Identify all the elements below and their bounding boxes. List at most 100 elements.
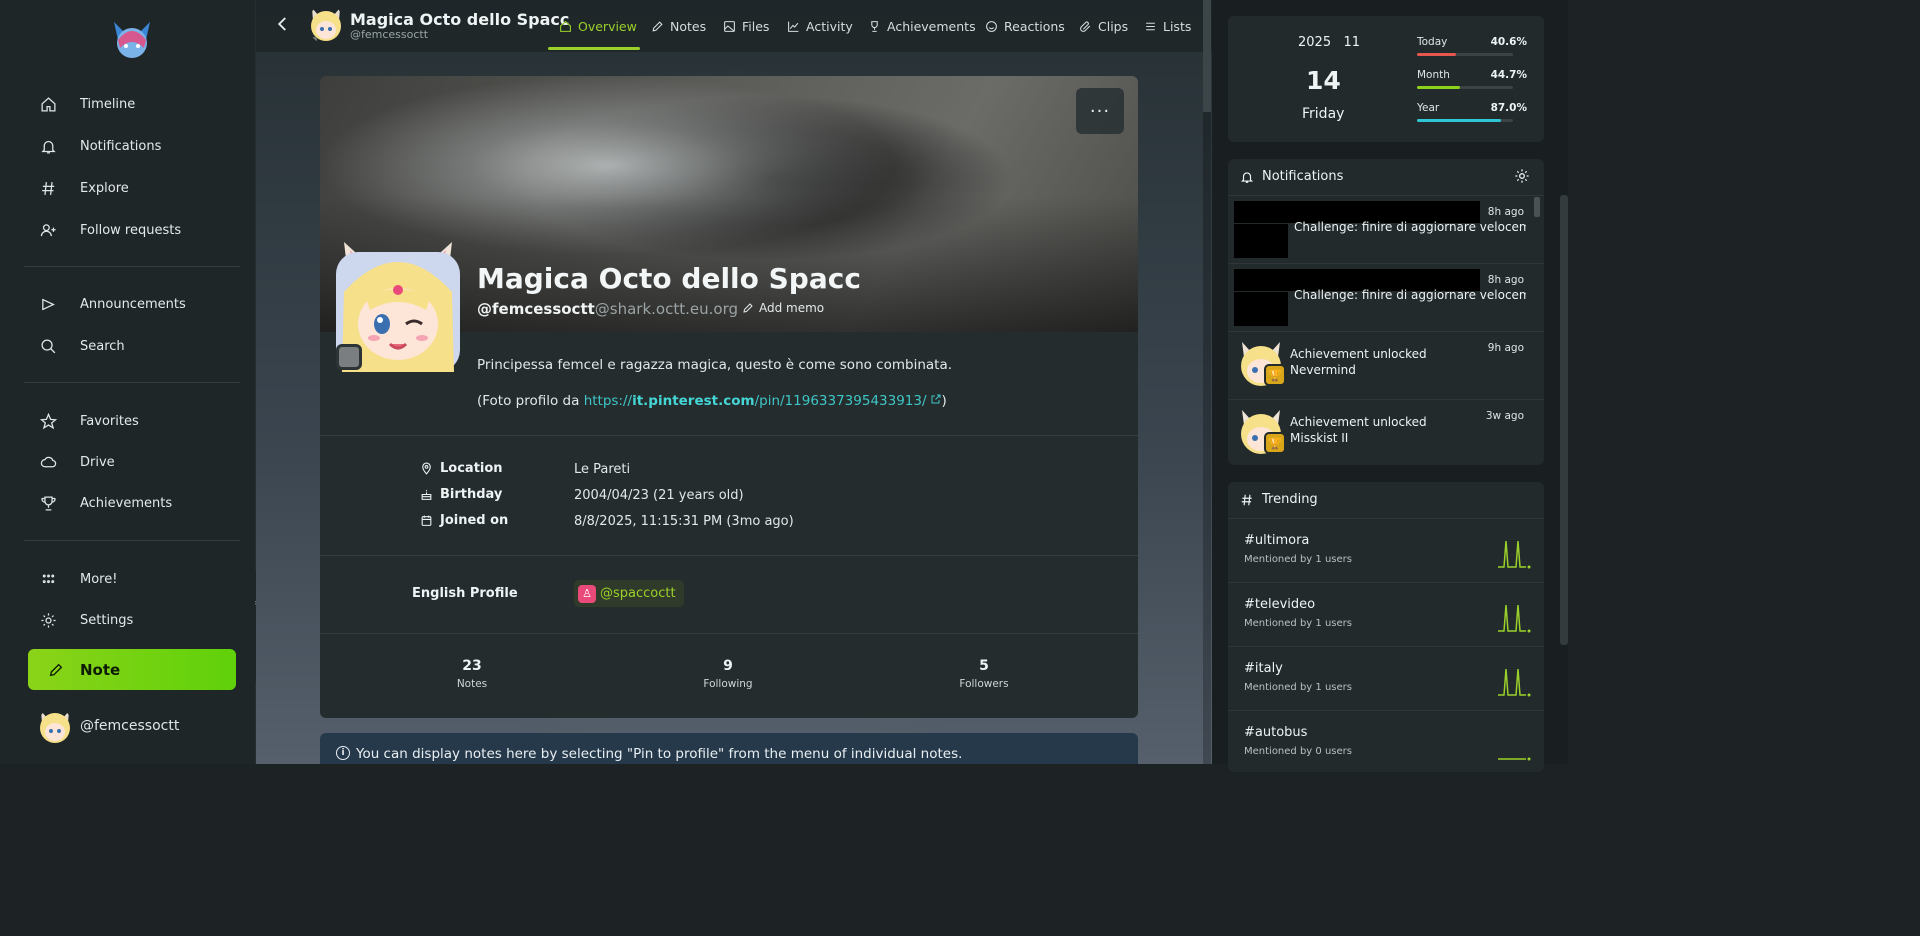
tab-achievements[interactable]: Achievements — [868, 16, 976, 36]
notification-settings-button[interactable] — [1514, 168, 1532, 186]
account-button[interactable]: @femcessoctt — [38, 707, 179, 745]
hash-icon — [40, 178, 68, 198]
profile-menu-button[interactable]: ··· — [1076, 88, 1124, 134]
field-key-location: Location — [420, 461, 503, 476]
app-logo[interactable] — [108, 18, 156, 62]
search-icon — [40, 336, 68, 356]
sidebar-item-follow-requests[interactable]: Follow requests — [40, 215, 181, 245]
sidebar-item-settings[interactable]: Settings — [40, 605, 133, 635]
trending-item[interactable]: #ultimora Mentioned by 1 users — [1228, 518, 1544, 582]
sidebar-item-label: Announcements — [80, 296, 186, 312]
sidebar-divider — [24, 540, 240, 541]
tab-files[interactable]: Files — [723, 16, 769, 36]
add-memo-button[interactable]: Add memo — [742, 301, 824, 315]
sidebar-item-more[interactable]: More! — [40, 564, 117, 594]
gear-icon — [1515, 169, 1529, 183]
trending-item[interactable]: #italy Mentioned by 1 users — [1228, 646, 1544, 710]
main-scrollbar-thumb[interactable] — [1203, 0, 1211, 112]
tab-clips[interactable]: Clips — [1079, 16, 1128, 36]
sidebar-item-achievements[interactable]: Achievements — [40, 488, 172, 518]
progress-label: Month — [1417, 69, 1450, 81]
trending-item[interactable]: #televideo Mentioned by 1 users — [1228, 582, 1544, 646]
tab-activity[interactable]: Activity — [787, 16, 853, 36]
profile-handle: @femcessoctt@shark.octt.eu.org — [477, 300, 738, 318]
avatar — [40, 711, 70, 743]
notification-text: Achievement unlocked Misskist II — [1290, 414, 1427, 446]
trending-mentions: Mentioned by 1 users — [1244, 618, 1352, 629]
back-button[interactable] — [274, 14, 294, 38]
more-horizontal-icon: ··· — [1089, 100, 1111, 122]
card-divider — [320, 435, 1138, 436]
trending-item[interactable]: #autobus Mentioned by 0 users — [1228, 710, 1544, 772]
notification-item[interactable]: 🏆 Achievement unlocked Nevermind 9h ago — [1228, 331, 1544, 399]
stat-value: 9 — [723, 658, 733, 674]
sidebar-item-label: Favorites — [80, 413, 139, 429]
tab-reactions[interactable]: Reactions — [985, 16, 1065, 36]
profile-display-name: Magica Octo dello Spacc — [477, 262, 861, 295]
notification-text: Challenge: finire di aggiornare velocem — [1294, 220, 1526, 234]
sidebar-item-notifications[interactable]: Notifications — [40, 131, 161, 161]
link-scheme: https:// — [583, 393, 633, 409]
notification-text: Challenge: finire di aggiornare velocem — [1294, 288, 1526, 302]
tab-label: Lists — [1163, 18, 1192, 34]
main-scrollbar-track[interactable] — [1203, 52, 1211, 764]
tab-label: Overview — [578, 18, 637, 34]
trending-mentions: Mentioned by 1 users — [1244, 682, 1352, 693]
note-button[interactable]: Note — [28, 649, 236, 690]
instance-icon: ♙ — [578, 584, 596, 603]
grid-dots-icon — [40, 569, 68, 589]
notification-item[interactable]: 8h ago Challenge: finire di aggiornare v… — [1228, 195, 1544, 263]
trophy-icon: 🏆 — [1264, 432, 1286, 454]
bio-link[interactable]: https://it.pinterest.com/pin/11963373954… — [584, 393, 942, 409]
bell-icon — [1240, 171, 1254, 183]
notification-title: Achievement unlocked — [1290, 347, 1427, 361]
avatar[interactable] — [308, 4, 344, 44]
paperclip-icon — [1080, 20, 1091, 32]
progress-fill — [1417, 86, 1460, 89]
trending-mentions: Mentioned by 0 users — [1244, 746, 1352, 757]
link-path: /pin/1196337395433913/ — [754, 393, 927, 409]
trending-tag: #ultimora — [1244, 533, 1310, 548]
sidebar-item-announcements[interactable]: Announcements — [40, 289, 186, 319]
profile-username: @femcessoctt — [477, 300, 595, 318]
tab-lists[interactable]: Lists — [1144, 16, 1191, 36]
tab-notes[interactable]: Notes — [651, 16, 706, 36]
tab-label: Notes — [670, 18, 707, 34]
profile-card: ··· Magica Octo dello Spacc @femcessoctt… — [320, 76, 1138, 718]
tab-overview[interactable]: Overview — [559, 16, 637, 36]
english-profile-mention[interactable]: ♙ @spaccoctt — [574, 580, 684, 607]
trending-tag: #italy — [1244, 661, 1283, 676]
sidebar-item-explore[interactable]: Explore — [40, 173, 129, 203]
cake-icon — [421, 490, 432, 500]
sidebar-item-search[interactable]: Search — [40, 331, 125, 361]
pencil-icon — [743, 303, 753, 313]
redacted-avatar — [1234, 292, 1288, 326]
image-icon — [724, 20, 735, 32]
map-pin-icon — [422, 462, 431, 475]
main-column: Magica Octo dello Spacc @femcessoctt Ove… — [256, 0, 1212, 764]
sidebar-item-label: Explore — [80, 180, 129, 196]
notification-subtitle: Nevermind — [1290, 363, 1356, 377]
calendar-month: 11 — [1343, 35, 1361, 50]
sidebar-item-drive[interactable]: Drive — [40, 447, 115, 477]
notification-time: 3w ago — [1485, 410, 1524, 422]
progress-value: 87.0% — [1490, 102, 1527, 114]
notifications-scrollbar[interactable] — [1534, 197, 1540, 217]
sidebar-item-timeline[interactable]: Timeline — [40, 89, 135, 119]
sidebar-item-favorites[interactable]: Favorites — [40, 406, 139, 436]
sidebar-item-label: Follow requests — [80, 222, 182, 238]
stat-followers[interactable]: 5 Followers — [924, 658, 1044, 690]
field-key-english-profile: English Profile — [412, 586, 518, 601]
tab-label: Achievements — [887, 18, 976, 34]
calendar-year-month: 2025 11 — [1298, 35, 1360, 50]
tab-label: Reactions — [1004, 18, 1065, 34]
right-scrollbar[interactable] — [1560, 195, 1568, 645]
mention-label: @spaccoctt — [600, 586, 676, 601]
notification-item[interactable]: 8h ago Challenge: finire di aggiornare v… — [1228, 263, 1544, 331]
widget-header: Notifications — [1240, 169, 1343, 184]
pencil-icon — [49, 663, 63, 676]
stat-notes[interactable]: 23 Notes — [412, 658, 532, 690]
stat-following[interactable]: 9 Following — [668, 658, 788, 690]
notification-item[interactable]: 🏆 Achievement unlocked Misskist II 3w ago — [1228, 399, 1544, 465]
notification-title: Achievement unlocked — [1290, 415, 1427, 429]
